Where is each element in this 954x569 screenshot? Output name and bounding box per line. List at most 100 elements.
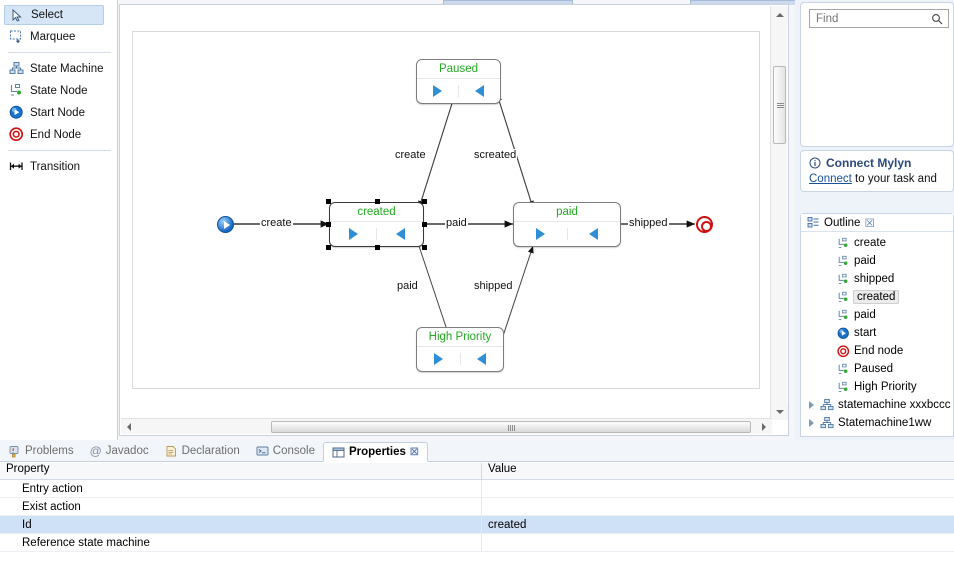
edge-label-created-paused: create bbox=[394, 149, 427, 161]
state-node-icon bbox=[837, 363, 850, 376]
state-machine-icon bbox=[820, 416, 834, 430]
search-icon[interactable] bbox=[931, 13, 943, 25]
state-node-icon bbox=[837, 309, 850, 322]
selection-handle[interactable] bbox=[375, 245, 380, 250]
tab-javadoc[interactable]: @ Javadoc bbox=[82, 441, 157, 461]
tab-outline-label: Outline bbox=[824, 216, 861, 229]
outline-item-shipped[interactable]: shipped bbox=[801, 270, 953, 288]
palette-item-label: Select bbox=[31, 9, 63, 21]
table-row[interactable]: Reference state machine bbox=[0, 534, 954, 552]
table-row[interactable]: Exist action bbox=[0, 498, 954, 516]
palette-divider-2 bbox=[8, 150, 111, 151]
tab-label: Problems bbox=[25, 445, 74, 457]
expand-arrow-icon[interactable] bbox=[807, 401, 816, 409]
palette-item-transition[interactable]: Transition bbox=[0, 156, 117, 177]
outline-item-statemachine1ww[interactable]: Statemachine1ww bbox=[801, 414, 953, 432]
palette-item-select[interactable]: Select bbox=[4, 5, 104, 25]
vertical-scroll-thumb[interactable] bbox=[773, 66, 786, 144]
selection-handle[interactable] bbox=[422, 199, 427, 204]
start-node-icon[interactable] bbox=[217, 216, 234, 233]
column-header-property[interactable]: Property bbox=[0, 463, 482, 479]
search-input-field[interactable] bbox=[816, 12, 928, 25]
javadoc-icon: @ bbox=[89, 444, 102, 458]
close-icon[interactable]: ☒ bbox=[410, 447, 419, 458]
property-value[interactable] bbox=[482, 498, 954, 515]
selection-handle[interactable] bbox=[375, 199, 380, 204]
edge-label-created-high: paid bbox=[396, 280, 419, 292]
scroll-down-button[interactable] bbox=[771, 403, 788, 420]
outline-item-create[interactable]: create bbox=[801, 234, 953, 252]
palette-item-start-node[interactable]: Start Node bbox=[0, 102, 117, 123]
mylyn-rest-text: to your task and bbox=[851, 173, 937, 185]
right-sidebar: Connect Mylyn Connect to your task and O… bbox=[795, 0, 954, 440]
tab-console[interactable]: Console bbox=[248, 441, 323, 461]
outline-item-high-priority[interactable]: High Priority bbox=[801, 378, 953, 396]
problems-icon bbox=[8, 445, 21, 458]
outline-item-start[interactable]: start bbox=[801, 324, 953, 342]
outline-item-paid-1[interactable]: paid bbox=[801, 252, 953, 270]
tab-declaration[interactable]: Declaration bbox=[157, 441, 248, 461]
tab-label: Declaration bbox=[181, 445, 240, 457]
outline-item-label: End node bbox=[854, 345, 904, 357]
selection-handle[interactable] bbox=[326, 245, 331, 250]
outline-tree[interactable]: create paid shipped created paid start E… bbox=[801, 232, 953, 432]
property-name: Id bbox=[0, 516, 482, 533]
column-header-value[interactable]: Value bbox=[482, 463, 954, 479]
property-name: Reference state machine bbox=[0, 534, 482, 551]
selection-handle[interactable] bbox=[326, 199, 331, 204]
start-node-icon bbox=[9, 105, 24, 120]
outline-item-end-node[interactable]: End node bbox=[801, 342, 953, 360]
palette-item-marquee[interactable]: Marquee bbox=[0, 26, 117, 47]
state-node-title: created bbox=[330, 203, 423, 222]
state-node-body bbox=[417, 347, 503, 371]
exit-marker bbox=[458, 85, 500, 97]
palette-item-state-machine[interactable]: State Machine bbox=[0, 58, 117, 79]
selection-handle[interactable] bbox=[422, 222, 427, 227]
property-value[interactable] bbox=[482, 534, 954, 551]
end-node-icon[interactable] bbox=[696, 216, 713, 233]
exit-triangle-icon bbox=[395, 228, 405, 240]
state-node-high-priority[interactable]: High Priority bbox=[416, 327, 504, 372]
state-node-paid[interactable]: paid bbox=[513, 202, 621, 247]
property-value[interactable]: created bbox=[482, 516, 954, 533]
outline-item-paid-2[interactable]: paid bbox=[801, 306, 953, 324]
selection-handle[interactable] bbox=[422, 245, 427, 250]
scroll-left-button[interactable] bbox=[121, 419, 137, 434]
state-node-paused[interactable]: Paused bbox=[416, 59, 501, 104]
table-row[interactable]: Id created bbox=[0, 516, 954, 534]
exit-triangle-icon bbox=[477, 353, 487, 365]
diagram-canvas[interactable]: Paused created paid High Priority create… bbox=[132, 31, 760, 389]
edge-label-created-paid: paid bbox=[445, 217, 468, 229]
search-input[interactable] bbox=[809, 9, 949, 28]
state-node-icon bbox=[837, 291, 850, 304]
expand-arrow-icon[interactable] bbox=[807, 419, 816, 427]
tab-problems[interactable]: Problems bbox=[0, 441, 82, 461]
canvas-horizontal-scrollbar[interactable] bbox=[121, 418, 772, 434]
outline-item-label: Paused bbox=[854, 363, 894, 375]
entry-triangle-icon bbox=[535, 228, 545, 240]
property-name: Exist action bbox=[0, 498, 482, 515]
outline-item-paused[interactable]: Paused bbox=[801, 360, 953, 378]
find-panel bbox=[800, 2, 954, 147]
outline-item-created[interactable]: created bbox=[801, 288, 953, 306]
tab-properties[interactable]: Properties ☒ bbox=[322, 442, 428, 462]
palette-item-state-node[interactable]: State Node bbox=[0, 80, 117, 101]
state-node-created[interactable]: created bbox=[326, 199, 427, 250]
palette-item-end-node[interactable]: End Node bbox=[0, 124, 117, 145]
scroll-up-button[interactable] bbox=[771, 6, 788, 23]
mylyn-connect-link[interactable]: Connect bbox=[809, 173, 852, 185]
outline-item-statemachine-xxxbccc[interactable]: statemachine xxxbccc bbox=[801, 396, 953, 414]
exit-marker bbox=[459, 353, 504, 365]
state-node-title: paid bbox=[514, 203, 620, 222]
eclipse-workbench: Select Marquee State Machine State Node … bbox=[0, 0, 954, 569]
scroll-right-button[interactable] bbox=[756, 419, 772, 434]
palette-item-label: End Node bbox=[30, 128, 82, 141]
canvas-vertical-scrollbar[interactable] bbox=[770, 6, 788, 420]
diagram-editor: Paused created paid High Priority create… bbox=[119, 4, 789, 436]
tab-outline[interactable]: Outline ☒ bbox=[801, 214, 953, 232]
property-value[interactable] bbox=[482, 480, 954, 497]
selection-handle[interactable] bbox=[326, 222, 331, 227]
horizontal-scroll-thumb[interactable] bbox=[271, 421, 751, 433]
table-row[interactable]: Entry action bbox=[0, 480, 954, 498]
close-icon[interactable]: ☒ bbox=[864, 216, 874, 230]
